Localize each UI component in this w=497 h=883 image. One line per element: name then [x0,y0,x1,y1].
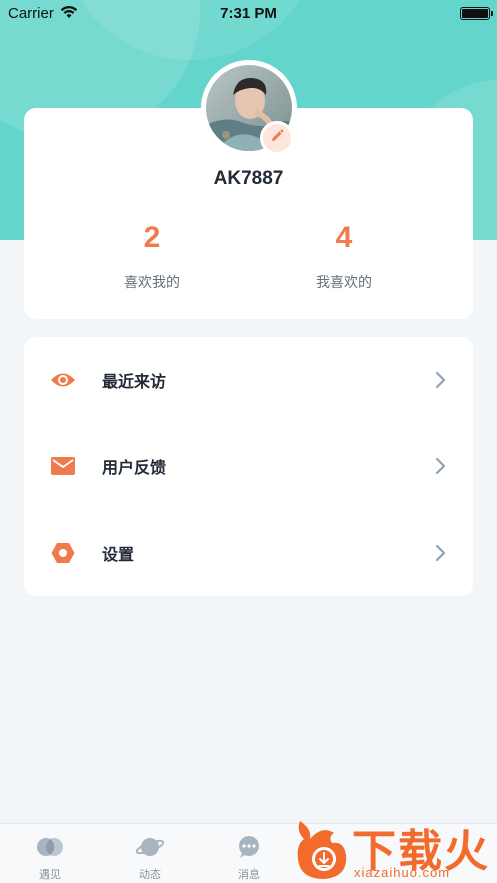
menu-label-feedback: 用户反馈 [102,460,167,477]
watermark-subtitle: xiazaihuo.com [354,865,451,880]
eye-icon [50,367,76,393]
menu-label-recent-visitors: 最近来访 [102,374,167,391]
menu-item-settings[interactable]: 设置 [24,510,473,596]
chat-bubble-icon [235,835,263,859]
tab-messages[interactable]: 消息 [199,824,299,883]
menu-item-recent-visitors[interactable]: 最近来访 [24,337,473,423]
battery-icon [460,7,490,20]
chevron-right-icon [433,370,447,390]
tab-label-messages: 消息 [238,869,260,881]
username: AK7887 [213,168,284,189]
chevron-right-icon [433,456,447,476]
edit-avatar-button[interactable] [260,121,294,155]
menu-card: 最近来访 用户反馈 设置 [24,337,473,596]
i-like-label[interactable]: 我喜欢的 [284,272,404,292]
menu-label-settings: 设置 [102,547,135,564]
encounter-icon [36,835,64,859]
settings-hexagon-icon [50,540,76,566]
likes-me-count[interactable]: 2 [92,221,212,255]
watermark-logo: 下载火 xiazaihuo.com [292,815,497,883]
likes-me-label[interactable]: 喜欢我的 [92,272,212,292]
pencil-icon [270,129,284,148]
tab-encounter[interactable]: 遇见 [0,824,100,883]
menu-item-feedback[interactable]: 用户反馈 [24,423,473,509]
tab-moments[interactable]: 动态 [100,824,200,883]
clock: 7:31 PM [220,5,277,22]
status-bar: Carrier 7:31 PM [0,0,497,28]
tab-label-moments: 动态 [139,869,161,881]
profile-screen: Carrier 7:31 PM AK7887 2 喜欢我的 4 我喜欢的 最近来… [0,0,497,883]
chevron-right-icon [433,543,447,563]
i-like-count[interactable]: 4 [284,221,404,255]
planet-icon [135,835,165,859]
tab-label-encounter: 遇见 [39,869,61,881]
mail-icon [50,453,76,479]
